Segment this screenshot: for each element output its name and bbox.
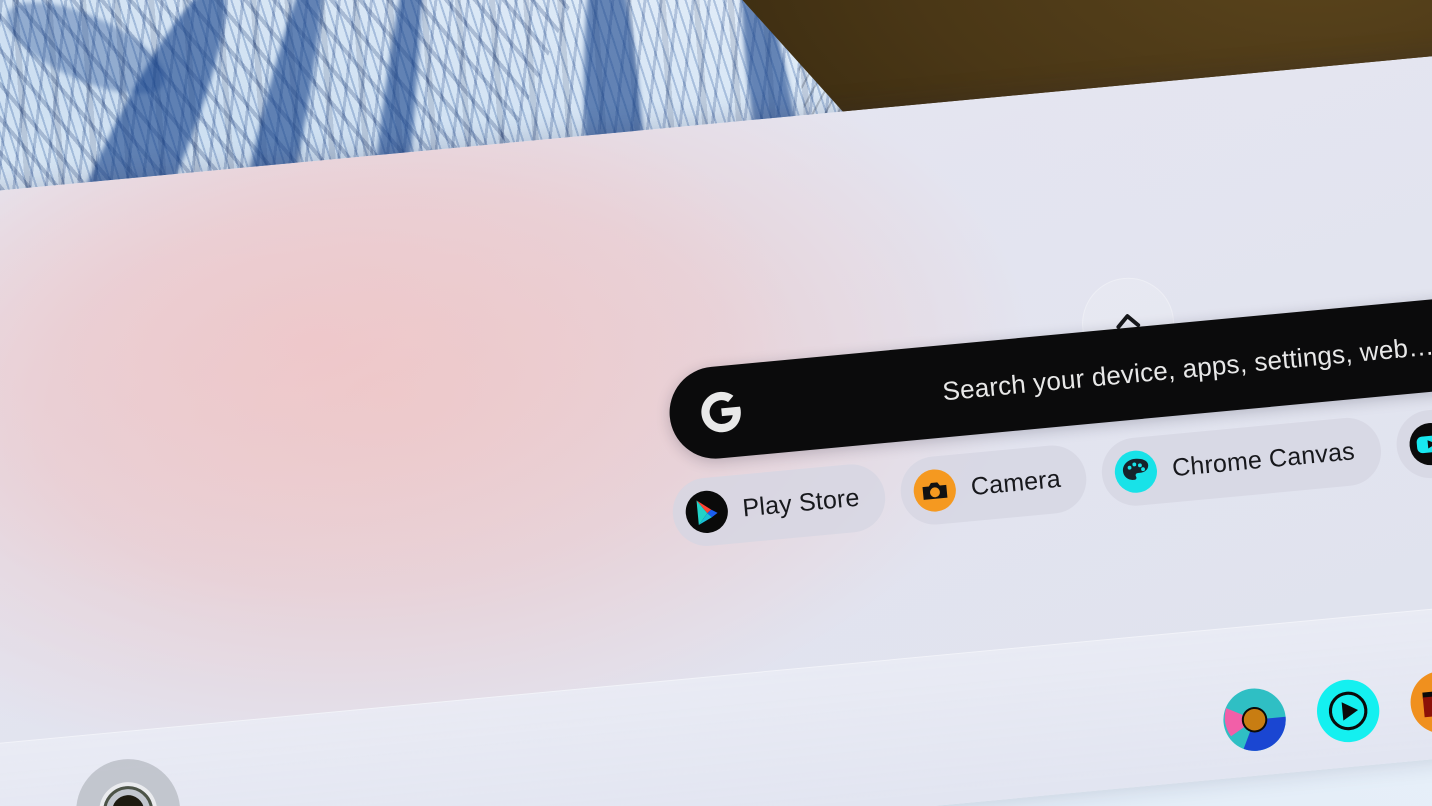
app-chip-camera[interactable]: Camera — [898, 442, 1090, 528]
shelf-pinned-apps — [1218, 656, 1432, 756]
app-chip-label: Chrome Canvas — [1170, 436, 1356, 482]
launcher-home-icon — [100, 783, 156, 806]
search-placeholder-text: Search your device, apps, settings, web… — [941, 329, 1432, 406]
files-icon — [1410, 671, 1432, 734]
app-chip-label: Camera — [969, 464, 1062, 501]
shelf-item-play-media[interactable] — [1311, 674, 1385, 748]
chrome-canvas-icon — [1112, 448, 1160, 496]
camera-icon — [911, 467, 959, 515]
shelf-item-chrome[interactable] — [1218, 683, 1292, 757]
play-media-icon — [1316, 679, 1380, 743]
launcher-home-dot — [110, 793, 146, 806]
app-chip-play-store[interactable]: Play Store — [669, 461, 889, 549]
launcher-home-button[interactable] — [71, 754, 185, 806]
google-g-icon — [698, 388, 746, 436]
youtube-icon — [1406, 420, 1432, 468]
play-store-icon — [683, 488, 731, 536]
app-chip-chrome-canvas[interactable]: Chrome Canvas — [1099, 414, 1384, 509]
app-chip-label: Play Store — [741, 483, 861, 522]
shelf-item-files[interactable] — [1405, 665, 1432, 739]
chrome-icon — [1223, 688, 1286, 751]
shelf — [0, 590, 1432, 806]
app-chip-youtube[interactable]: YouTube — [1393, 395, 1432, 482]
